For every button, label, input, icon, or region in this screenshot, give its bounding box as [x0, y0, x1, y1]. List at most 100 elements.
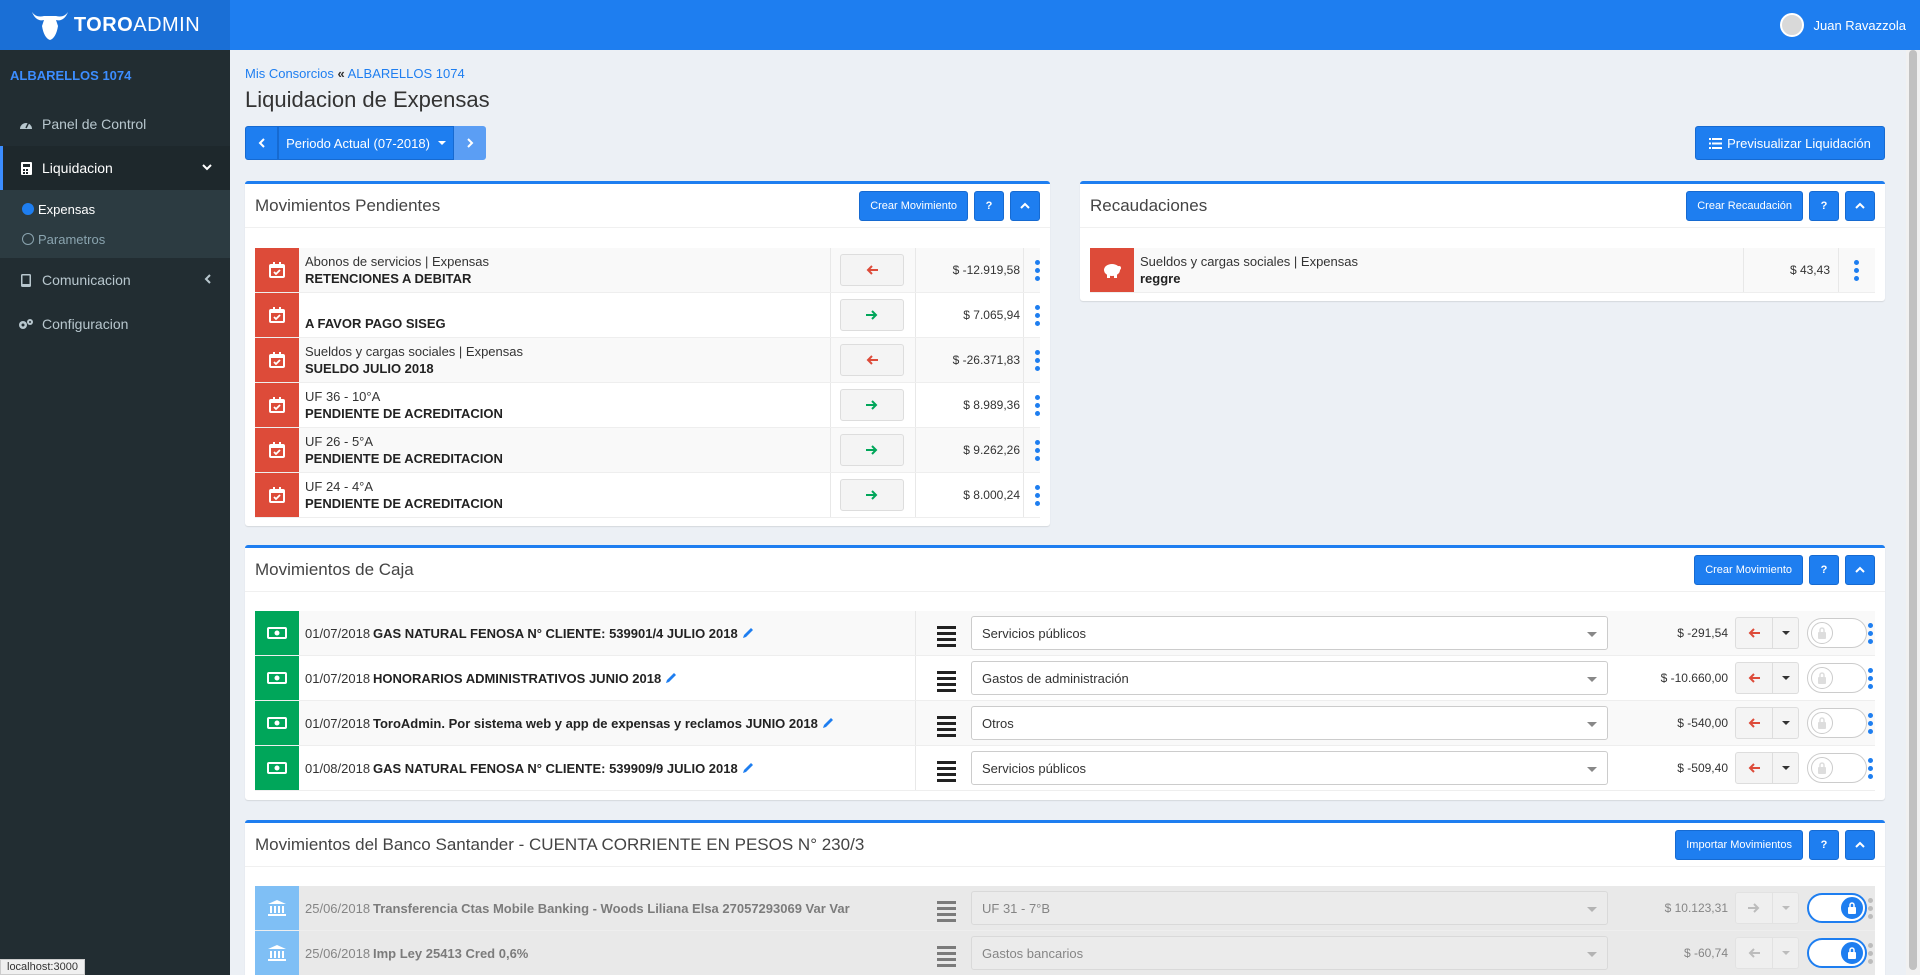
import-movimientos-button[interactable]: Importar Movimientos [1675, 830, 1803, 860]
help-button[interactable]: ? [1809, 555, 1839, 585]
direction-split-button[interactable] [1735, 752, 1799, 784]
hamburger-icon[interactable] [937, 946, 956, 967]
more-options-icon[interactable] [1867, 667, 1873, 689]
sidebar-subitem-expensas[interactable]: Expensas [0, 194, 230, 224]
table-row[interactable]: 01/07/2018 HONORARIOS ADMINISTRATIVOS JUN… [255, 656, 1875, 701]
next-period-button[interactable] [454, 126, 486, 160]
direction-split-button[interactable] [1735, 617, 1799, 649]
lock-toggle[interactable] [1807, 938, 1867, 968]
preview-liquidacion-button[interactable]: Previsualizar Liquidación [1695, 126, 1885, 160]
table-row[interactable]: 01/07/2018 ToroAdmin. Por sistema web y a… [255, 701, 1875, 746]
help-button[interactable]: ? [1809, 830, 1839, 860]
lock-toggle[interactable] [1807, 663, 1867, 693]
lock-toggle[interactable] [1807, 893, 1867, 923]
apply-direction-button[interactable] [1735, 707, 1773, 739]
direction-split-button[interactable] [1735, 707, 1799, 739]
pencil-icon[interactable] [742, 762, 754, 774]
table-row[interactable]: 01/07/2018 GAS NATURAL FENOSA N° CLIENTE:… [255, 611, 1875, 656]
table-row[interactable]: 25/06/2018 Imp Ley 25413 Cred 0,6% Gastos … [255, 931, 1875, 975]
pencil-icon[interactable] [742, 627, 754, 639]
scrollbar[interactable] [1906, 50, 1920, 975]
breadcrumb-root-link[interactable]: Mis Consorcios [245, 66, 334, 81]
more-options-icon[interactable] [1034, 439, 1040, 461]
help-button[interactable]: ? [1809, 191, 1839, 221]
more-options-icon[interactable] [1034, 484, 1040, 506]
unlock-icon [1811, 667, 1833, 689]
sidebar-item-configuracion[interactable]: Configuracion [0, 302, 230, 346]
more-options-icon[interactable] [1853, 259, 1859, 281]
hamburger-icon[interactable] [937, 901, 956, 922]
prev-period-button[interactable] [245, 126, 278, 160]
list-item[interactable]: Abonos de servicios | Expensas RETENCIONE… [255, 248, 1040, 293]
apply-direction-button[interactable] [840, 299, 904, 331]
collapse-button[interactable] [1845, 830, 1875, 860]
help-button[interactable]: ? [974, 191, 1004, 221]
apply-direction-button[interactable] [840, 254, 904, 286]
hamburger-icon[interactable] [937, 761, 956, 782]
sidebar-item-comunicacion[interactable]: Comunicacion [0, 258, 230, 302]
dropdown-toggle[interactable] [1773, 662, 1799, 694]
app-logo[interactable]: TORO ADMIN [0, 0, 230, 50]
apply-direction-button[interactable] [1735, 617, 1773, 649]
more-options-icon[interactable] [1867, 757, 1873, 779]
apply-direction-button[interactable] [840, 479, 904, 511]
table-row[interactable]: 25/06/2018 Transferencia Ctas Mobile Bank… [255, 886, 1875, 931]
more-options-icon[interactable] [1034, 259, 1040, 281]
category-select[interactable]: Servicios públicos [971, 616, 1608, 650]
more-options-icon[interactable] [1867, 897, 1873, 919]
category-select[interactable]: Gastos de administración [971, 661, 1608, 695]
list-item[interactable]: Sueldos y cargas sociales | Expensas SUEL… [255, 338, 1040, 383]
lock-toggle[interactable] [1807, 708, 1867, 738]
direction-split-button[interactable] [1735, 662, 1799, 694]
create-movimiento-button[interactable]: Crear Movimiento [859, 191, 968, 221]
list-item[interactable]: A FAVOR PAGO SISEG $ 7.065,94 [255, 293, 1040, 338]
recaudaciones-title: Recaudaciones [1090, 195, 1208, 215]
create-movimiento-caja-button[interactable]: Crear Movimiento [1694, 555, 1803, 585]
hamburger-icon[interactable] [937, 716, 956, 737]
scrollbar-thumb[interactable] [1909, 50, 1917, 970]
table-row[interactable]: 01/08/2018 GAS NATURAL FENOSA N° CLIENTE:… [255, 746, 1875, 791]
apply-direction-button[interactable] [840, 389, 904, 421]
list-item[interactable]: UF 36 - 10°A PENDIENTE DE ACREDITACION $ 8… [255, 383, 1040, 428]
list-item[interactable]: UF 24 - 4°A PENDIENTE DE ACREDITACION $ 8.… [255, 473, 1040, 518]
collapse-button[interactable] [1845, 191, 1875, 221]
caja-title: Movimientos de Caja [255, 559, 414, 579]
more-options-icon[interactable] [1034, 394, 1040, 416]
caret-down-icon [1587, 677, 1597, 682]
collapse-button[interactable] [1845, 555, 1875, 585]
more-options-icon[interactable] [1867, 942, 1873, 964]
list-item[interactable]: Sueldos y cargas sociales | Expensas reg… [1090, 248, 1875, 293]
recaudacion-text: Sueldos y cargas sociales | Expensas reg… [1134, 253, 1358, 287]
breadcrumb-current-link[interactable]: ALBARELLOS 1074 [348, 66, 465, 81]
hamburger-icon[interactable] [937, 626, 956, 647]
create-recaudacion-button[interactable]: Crear Recaudación [1686, 191, 1803, 221]
lock-toggle[interactable] [1807, 618, 1867, 648]
hamburger-icon[interactable] [937, 671, 956, 692]
logo-text-light: ADMIN [133, 13, 201, 36]
more-options-icon[interactable] [1034, 349, 1040, 371]
category-select[interactable]: Servicios públicos [971, 751, 1608, 785]
pencil-icon[interactable] [665, 672, 677, 684]
sidebar-item-panel[interactable]: Panel de Control [0, 102, 230, 146]
sidebar-subitem-parametros[interactable]: Parametros [0, 224, 230, 254]
period-dropdown[interactable]: Periodo Actual (07-2018) [278, 126, 454, 160]
collapse-button[interactable] [1010, 191, 1040, 221]
apply-direction-button[interactable] [840, 344, 904, 376]
sidebar-consorcio-title[interactable]: ALBARELLOS 1074 [0, 50, 230, 102]
apply-direction-button[interactable] [840, 434, 904, 466]
sidebar-item-liquidacion[interactable]: Liquidacion [0, 146, 230, 190]
more-options-icon[interactable] [1867, 622, 1873, 644]
chevron-left-icon [204, 273, 212, 287]
apply-direction-button[interactable] [1735, 752, 1773, 784]
pencil-icon[interactable] [822, 717, 834, 729]
apply-direction-button[interactable] [1735, 662, 1773, 694]
dropdown-toggle[interactable] [1773, 617, 1799, 649]
lock-toggle[interactable] [1807, 753, 1867, 783]
more-options-icon[interactable] [1034, 304, 1040, 326]
dropdown-toggle[interactable] [1773, 707, 1799, 739]
more-options-icon[interactable] [1867, 712, 1873, 734]
user-menu[interactable]: Juan Ravazzola [1779, 13, 1906, 37]
category-select[interactable]: Otros [971, 706, 1608, 740]
list-item[interactable]: UF 26 - 5°A PENDIENTE DE ACREDITACION $ 9.… [255, 428, 1040, 473]
dropdown-toggle[interactable] [1773, 752, 1799, 784]
